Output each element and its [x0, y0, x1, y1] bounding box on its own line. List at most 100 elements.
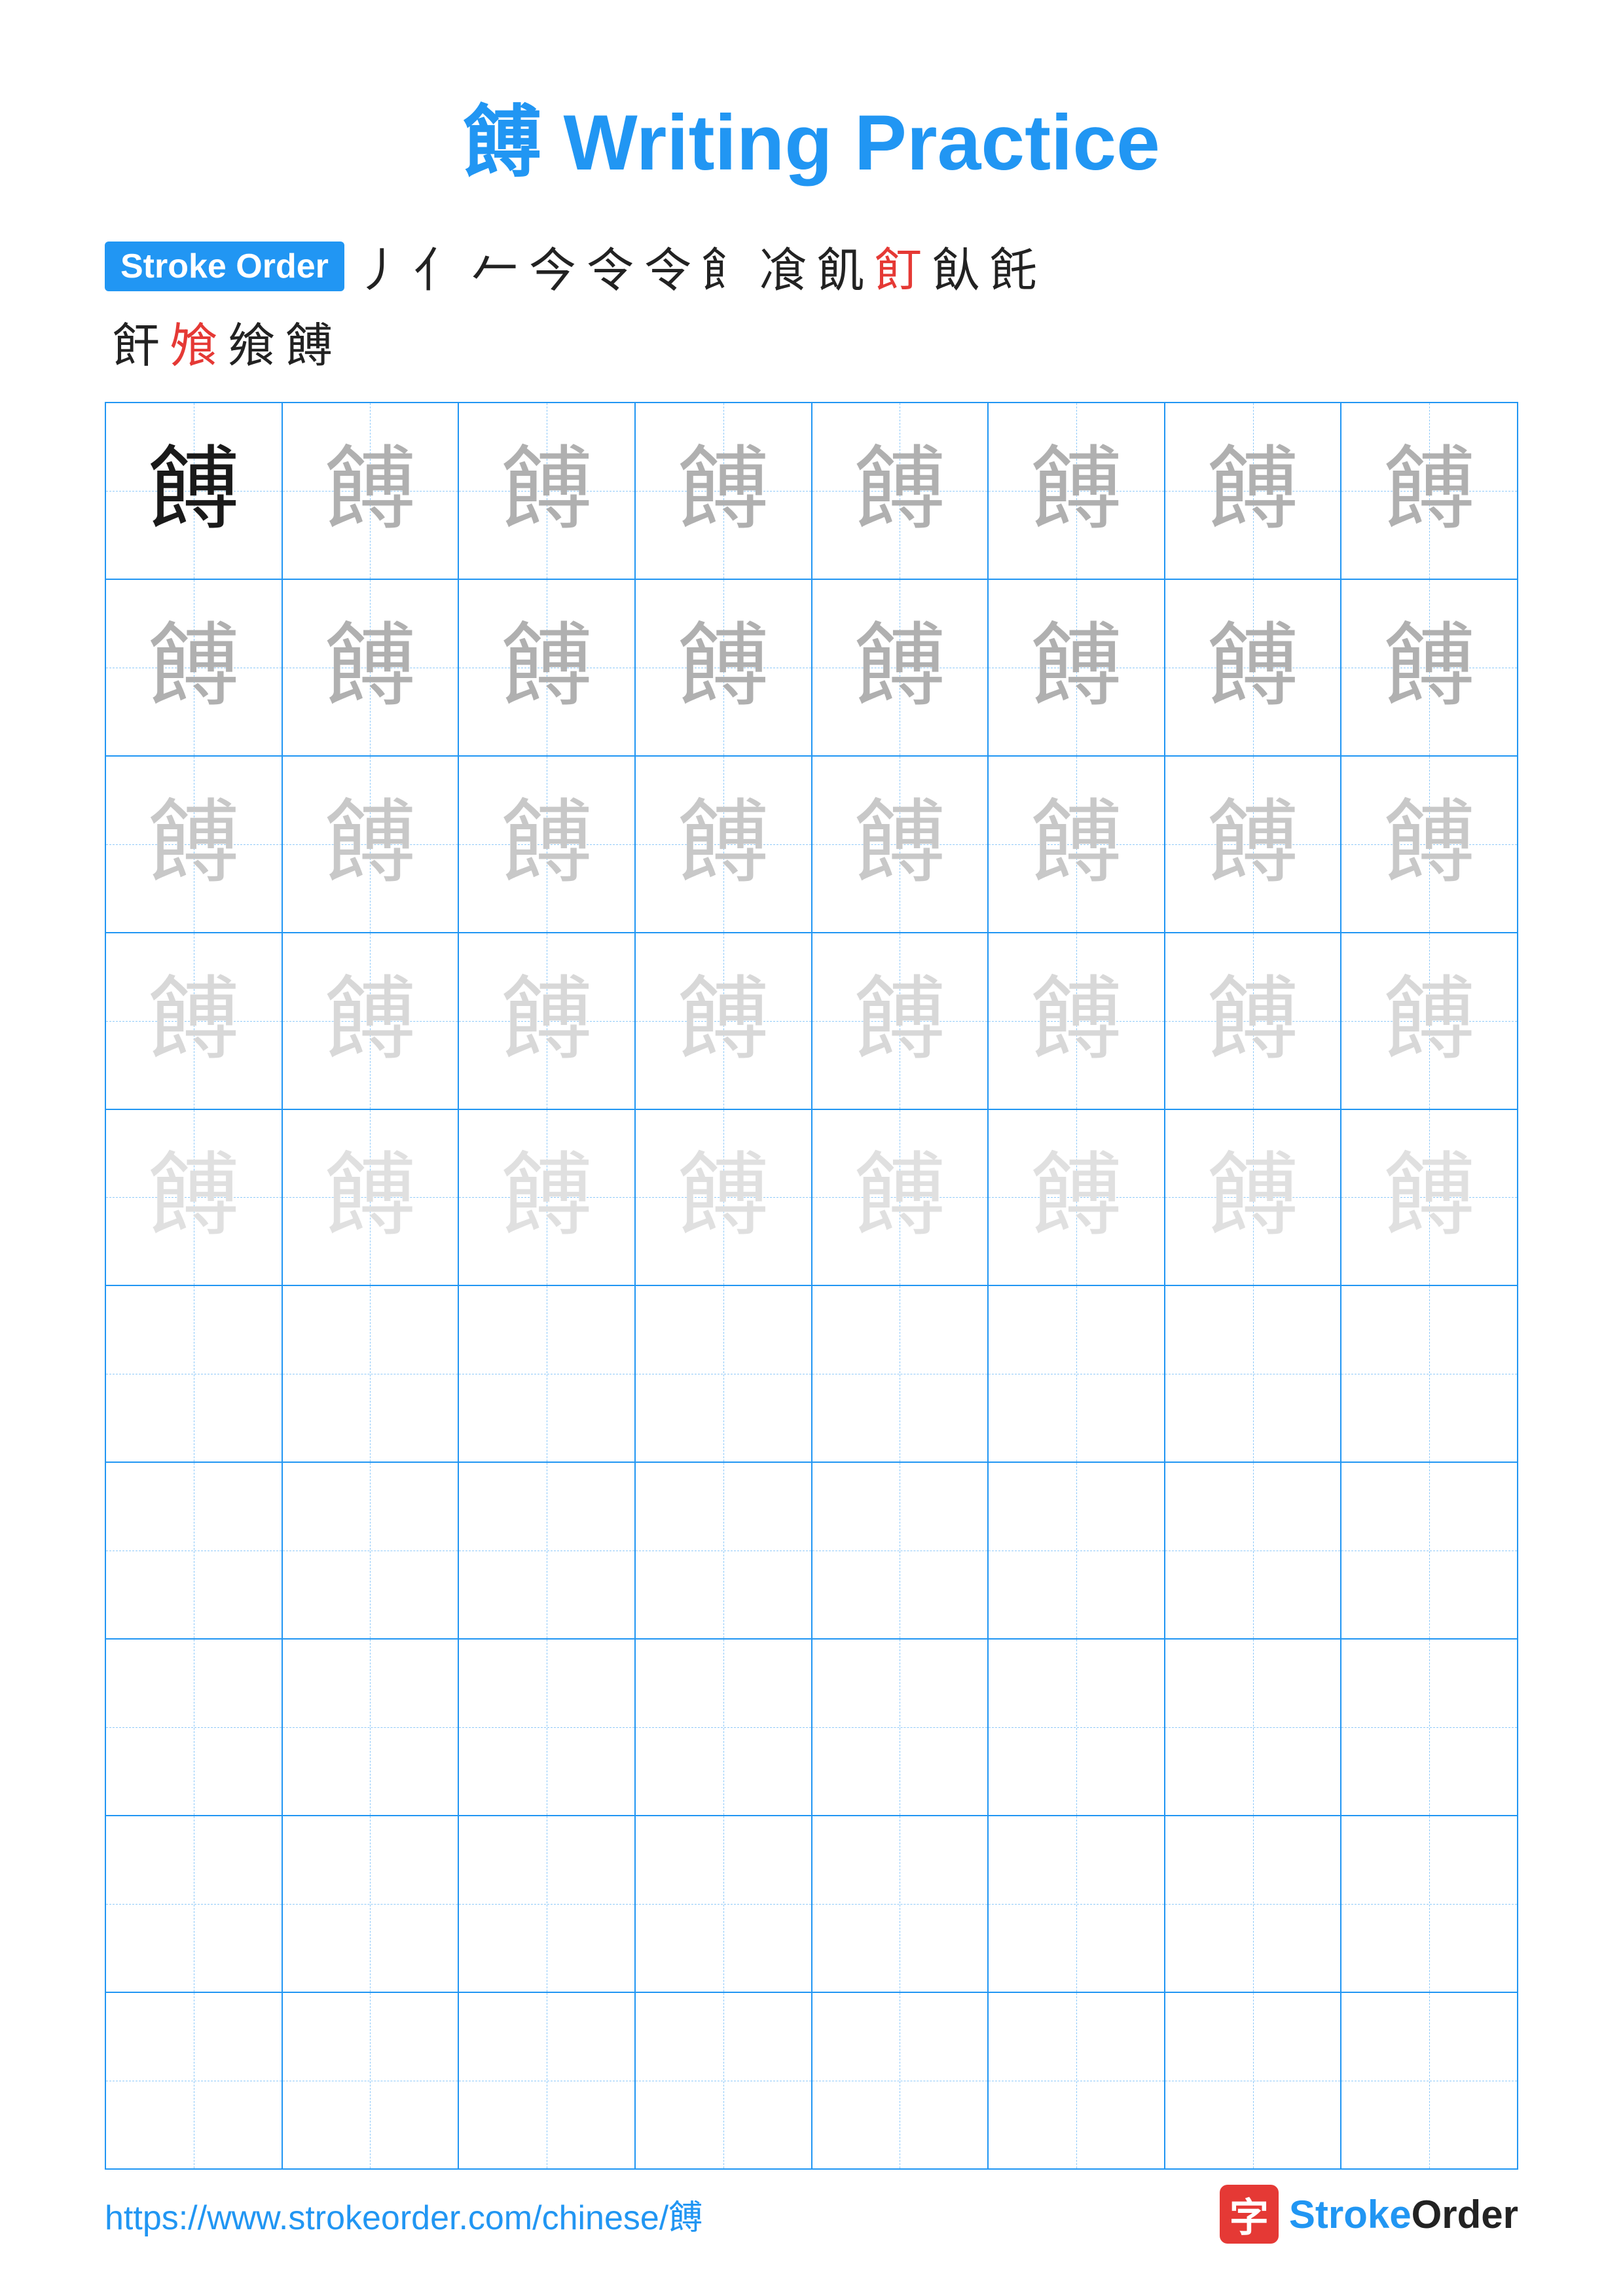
grid-cell[interactable]: 餺	[812, 933, 989, 1109]
grid-cell[interactable]: 餺	[282, 579, 459, 756]
footer-url[interactable]: https://www.strokeorder.com/chinese/餺	[105, 2190, 702, 2239]
grid-cell[interactable]	[635, 1462, 812, 1639]
grid-cell[interactable]: 餺	[282, 756, 459, 933]
grid-cell[interactable]	[105, 1285, 282, 1462]
grid-cell[interactable]: 餺	[1165, 756, 1341, 933]
grid-cell[interactable]: 餺	[105, 579, 282, 756]
grid-cell[interactable]: 餺	[988, 756, 1165, 933]
grid-cell[interactable]	[105, 1462, 282, 1639]
grid-cell[interactable]	[988, 1639, 1165, 1816]
grid-cell[interactable]	[458, 1816, 635, 1992]
grid-cell[interactable]: 餺	[1341, 403, 1518, 579]
grid-cell[interactable]	[1165, 1992, 1341, 2169]
grid-cell[interactable]	[282, 1992, 459, 2169]
stroke-4: 今	[529, 232, 576, 300]
grid-cell[interactable]: 餺	[458, 1109, 635, 1286]
grid-cell[interactable]	[988, 1992, 1165, 2169]
grid-cell[interactable]: 餺	[635, 579, 812, 756]
grid-cell[interactable]: 餺	[988, 933, 1165, 1109]
grid-cell[interactable]	[282, 1816, 459, 1992]
footer-logo: 字 StrokeOrder	[1220, 2185, 1518, 2244]
grid-cell[interactable]	[1165, 1285, 1341, 1462]
grid-cell[interactable]: 餺	[458, 756, 635, 933]
grid-cell[interactable]: 餺	[105, 403, 282, 579]
writing-grid-container: 餺 餺 餺 餺 餺 餺 餺 餺 餺 餺 餺 餺 餺 餺 餺 餺	[0, 402, 1623, 2170]
stroke-order-section: Stroke Order 丿 亻 𠂉 今 令 令 飠 飡 飢 飣 飤 飥 飦 飧…	[0, 232, 1623, 376]
grid-cell[interactable]	[635, 1639, 812, 1816]
grid-cell[interactable]	[1165, 1816, 1341, 1992]
grid-cell[interactable]	[812, 1816, 989, 1992]
grid-row-8	[105, 1639, 1518, 1816]
grid-cell[interactable]: 餺	[282, 403, 459, 579]
grid-cell[interactable]: 餺	[635, 403, 812, 579]
grid-cell[interactable]: 餺	[812, 1109, 989, 1286]
grid-cell[interactable]	[635, 1816, 812, 1992]
grid-cell[interactable]: 餺	[1165, 933, 1341, 1109]
grid-cell[interactable]: 餺	[635, 756, 812, 933]
grid-cell[interactable]	[812, 1285, 989, 1462]
stroke-3: 𠂉	[471, 232, 519, 300]
stroke-13: 飦	[113, 307, 160, 376]
grid-cell[interactable]: 餺	[988, 403, 1165, 579]
grid-cell[interactable]: 餺	[105, 756, 282, 933]
page-title: 餺 Writing Practice	[0, 0, 1623, 232]
grid-cell[interactable]: 餺	[105, 1109, 282, 1286]
grid-cell[interactable]	[458, 1285, 635, 1462]
stroke-14: 飧	[170, 307, 217, 376]
grid-cell[interactable]	[282, 1285, 459, 1462]
grid-cell[interactable]: 餺	[282, 1109, 459, 1286]
strokeorder-logo-text: StrokeOrder	[1289, 2192, 1518, 2237]
grid-cell[interactable]: 餺	[1341, 756, 1518, 933]
stroke-5: 令	[587, 232, 634, 300]
grid-cell[interactable]	[105, 1816, 282, 1992]
grid-cell[interactable]: 餺	[812, 403, 989, 579]
stroke-12: 飥	[990, 232, 1037, 300]
grid-cell[interactable]: 餺	[1341, 1109, 1518, 1286]
grid-cell[interactable]: 餺	[1165, 579, 1341, 756]
grid-cell[interactable]: 餺	[458, 403, 635, 579]
grid-cell[interactable]: 餺	[1165, 403, 1341, 579]
grid-cell[interactable]	[635, 1285, 812, 1462]
stroke-chars-row1: 丿 亻 𠂉 今 令 令 飠 飡 飢 飣 飤 飥	[351, 232, 1042, 300]
writing-grid: 餺 餺 餺 餺 餺 餺 餺 餺 餺 餺 餺 餺 餺 餺 餺 餺	[105, 402, 1518, 2170]
grid-cell[interactable]	[1341, 1285, 1518, 1462]
grid-cell[interactable]	[282, 1462, 459, 1639]
grid-cell[interactable]	[988, 1462, 1165, 1639]
grid-cell[interactable]: 餺	[812, 579, 989, 756]
grid-cell[interactable]: 餺	[988, 1109, 1165, 1286]
grid-row-1: 餺 餺 餺 餺 餺 餺 餺 餺	[105, 403, 1518, 579]
stroke-order-row2: 飦 飧 飨 餺	[105, 307, 1518, 376]
grid-cell[interactable]	[988, 1285, 1165, 1462]
grid-cell[interactable]	[458, 1992, 635, 2169]
stroke-11: 飤	[932, 232, 979, 300]
grid-cell[interactable]	[458, 1639, 635, 1816]
grid-cell[interactable]	[812, 1992, 989, 2169]
grid-cell[interactable]: 餺	[458, 579, 635, 756]
grid-cell[interactable]	[282, 1639, 459, 1816]
grid-cell[interactable]	[635, 1992, 812, 2169]
grid-cell[interactable]	[812, 1639, 989, 1816]
grid-cell[interactable]	[812, 1462, 989, 1639]
grid-cell[interactable]	[1165, 1462, 1341, 1639]
grid-cell[interactable]: 餺	[635, 1109, 812, 1286]
grid-cell[interactable]	[1341, 1992, 1518, 2169]
grid-cell[interactable]	[988, 1816, 1165, 1992]
grid-cell[interactable]: 餺	[635, 933, 812, 1109]
grid-cell[interactable]: 餺	[812, 756, 989, 933]
grid-cell[interactable]: 餺	[988, 579, 1165, 756]
grid-cell[interactable]	[105, 1639, 282, 1816]
grid-cell[interactable]: 餺	[458, 933, 635, 1109]
grid-cell[interactable]: 餺	[1165, 1109, 1341, 1286]
grid-cell[interactable]	[1341, 1462, 1518, 1639]
grid-cell[interactable]: 餺	[1341, 933, 1518, 1109]
grid-cell[interactable]: 餺	[105, 933, 282, 1109]
grid-cell[interactable]	[458, 1462, 635, 1639]
grid-cell[interactable]: 餺	[1341, 579, 1518, 756]
grid-cell[interactable]	[1341, 1816, 1518, 1992]
grid-cell[interactable]: 餺	[282, 933, 459, 1109]
stroke-text-blue: Stroke	[1289, 2193, 1412, 2236]
grid-cell[interactable]	[105, 1992, 282, 2169]
grid-row-5: 餺 餺 餺 餺 餺 餺 餺 餺	[105, 1109, 1518, 1286]
grid-cell[interactable]	[1341, 1639, 1518, 1816]
grid-cell[interactable]	[1165, 1639, 1341, 1816]
